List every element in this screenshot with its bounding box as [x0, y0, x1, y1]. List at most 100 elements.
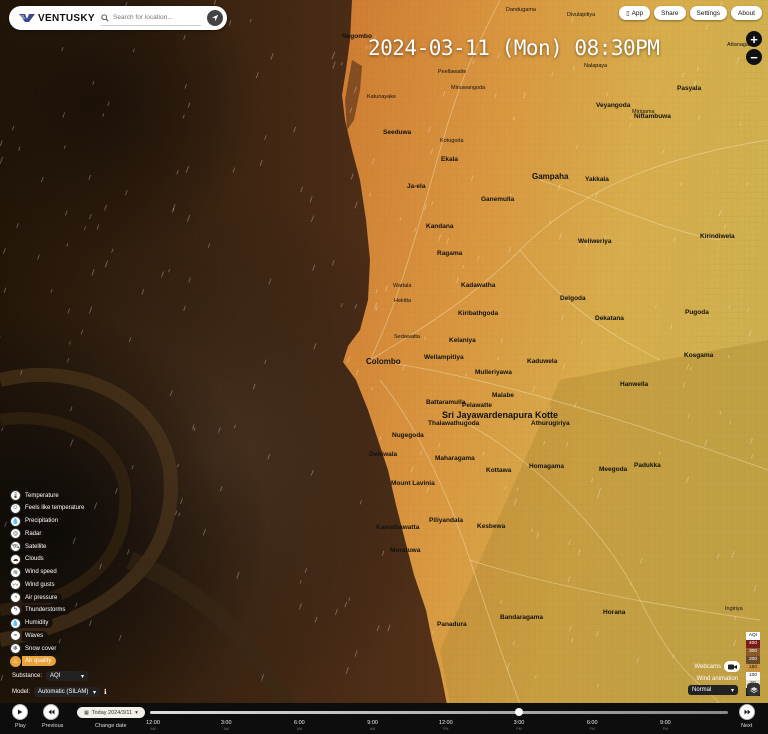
search-input[interactable] — [113, 14, 197, 21]
time-tick: 12:00 PM — [434, 720, 458, 731]
layer-item[interactable]: 〰 Wind gusts — [10, 579, 89, 591]
place-label: Nalapaya — [584, 63, 608, 69]
layer-item[interactable]: ♨ Air quality — [10, 655, 89, 667]
weather-map[interactable]: Negombo Dandugama Divulapitiya Attanagalla N… — [0, 0, 768, 734]
webcams-toggle[interactable] — [724, 661, 740, 672]
layer-item[interactable]: ☺ Feels like temperature — [10, 502, 90, 514]
previous-button[interactable] — [43, 704, 59, 720]
tick-time: 6:00 — [586, 720, 598, 726]
layer-label: Temperature — [22, 490, 64, 501]
fast-forward-icon — [744, 709, 750, 715]
time-tick: 6:00 AM — [287, 720, 311, 731]
tick-period: AM — [223, 726, 229, 731]
zoom-out-button[interactable]: − — [746, 49, 762, 65]
rewind-icon — [48, 709, 54, 715]
place-label: Kiribathgoda — [458, 310, 499, 317]
place-label: Ja-ela — [407, 183, 426, 190]
place-label: Katunayake — [367, 94, 397, 100]
map-layers-button[interactable] — [747, 683, 760, 696]
share-button[interactable]: Share — [654, 6, 686, 20]
place-label: Dehiwala — [369, 451, 398, 458]
place-label: Panadura — [437, 621, 467, 628]
humidity-icon: 💧 — [10, 617, 21, 629]
tick-period: PM — [589, 726, 595, 731]
layer-item[interactable]: ◔ Air pressure — [10, 592, 89, 603]
play-label: Play — [15, 723, 26, 729]
place-label: Sri Jayawardenapura Kotte — [442, 410, 559, 420]
layer-label: Clouds — [22, 554, 49, 565]
logo-mark-icon — [19, 14, 35, 22]
place-label: Kottawa — [486, 467, 512, 474]
layer-label: Radar — [22, 528, 47, 539]
thermometer-icon: 🌡 — [10, 490, 21, 501]
settings-button[interactable]: Settings — [689, 6, 727, 20]
previous-label: Previous — [42, 723, 64, 729]
tick-time: 9:00 — [660, 720, 671, 726]
layer-item[interactable]: 🛰 Satellite — [10, 541, 89, 552]
layers-icon — [749, 686, 758, 693]
layer-item[interactable]: 💧 Precipitation — [10, 515, 89, 527]
legend-value: 300 — [746, 648, 760, 656]
place-label: Malabe — [492, 392, 515, 399]
next-button[interactable] — [739, 704, 755, 720]
navigation-arrow-icon — [211, 14, 219, 22]
layer-item[interactable]: ❄ Snow cover — [10, 643, 89, 654]
place-label: Battaramulla — [426, 399, 466, 406]
layer-label: Waves — [22, 630, 49, 641]
layer-item[interactable]: ◎ Radar — [10, 528, 89, 540]
layer-item[interactable]: ≈ Waves — [10, 630, 89, 642]
factory-icon: ♨ — [10, 655, 21, 667]
date-picker[interactable]: ▦ Today 2024/3/11 ▾ — [77, 707, 145, 718]
layer-item[interactable]: ϟ Thunderstorms — [10, 604, 89, 616]
place-label: Veyangoda — [596, 102, 631, 109]
date-pill-value: Today 2024/3/11 — [91, 709, 133, 716]
place-label: Kotugoda — [440, 138, 464, 144]
about-button[interactable]: About — [731, 6, 762, 20]
legend-value: 150 — [746, 664, 760, 672]
ventusky-logo[interactable]: VENTUSKY — [19, 13, 101, 24]
app-button[interactable]: ▯ App — [619, 6, 651, 20]
layer-item[interactable]: 🌡 Temperature — [10, 490, 89, 501]
legend-value: 200 — [746, 656, 760, 664]
place-label: Pasyala — [677, 85, 702, 92]
time-slider-handle[interactable] — [515, 708, 523, 716]
layer-item[interactable]: 💧 Humidity — [10, 617, 89, 629]
play-icon — [18, 709, 23, 715]
time-tick: 9:00 AM — [361, 720, 385, 731]
place-label: Hanwella — [620, 381, 649, 388]
layer-label: Wind gusts — [22, 579, 60, 590]
camera-icon — [727, 664, 737, 669]
webcams-label: Webcams — [694, 663, 721, 670]
info-icon[interactable]: ℹ — [104, 688, 107, 696]
webcams-control: Webcams — [694, 661, 740, 672]
search-icon — [101, 13, 109, 22]
place-label: Kaduwela — [527, 358, 558, 365]
chevron-down-icon: ▾ — [81, 673, 85, 680]
layer-label: Air quality — [22, 656, 57, 667]
calendar-icon: ▦ — [84, 709, 89, 716]
app-button-label: App — [631, 9, 644, 17]
time-slider-track[interactable] — [150, 711, 728, 714]
place-label: Dekatana — [595, 315, 624, 322]
time-tick: 6:00 PM — [580, 720, 604, 731]
place-label: Horana — [603, 609, 626, 616]
place-label: Peellawatte — [438, 69, 467, 75]
layer-item[interactable]: ☁ Clouds — [10, 553, 89, 565]
search-box[interactable] — [101, 10, 201, 26]
tick-time: 3:00 — [220, 720, 232, 726]
locate-me-button[interactable] — [207, 10, 223, 26]
place-label: Thalawathugoda — [428, 420, 480, 427]
play-button[interactable] — [12, 704, 28, 720]
place-label: Ingiriya — [725, 606, 743, 612]
legend-title: AQI — [746, 632, 760, 640]
substance-select[interactable]: AQI ▾ — [46, 671, 89, 681]
layer-label: Precipitation — [22, 516, 64, 526]
model-select[interactable]: Automatic (SILAM) ▾ — [34, 687, 101, 697]
layer-item[interactable]: ≋ Wind speed — [10, 566, 89, 578]
layer-label: Wind speed — [22, 567, 62, 577]
layer-label: Feels like temperature — [22, 503, 90, 514]
wind-animation-select[interactable]: Normal ▾ — [688, 685, 738, 695]
zoom-in-button[interactable]: + — [746, 31, 762, 47]
place-label: Padukka — [634, 462, 661, 469]
place-label: Kandana — [426, 223, 454, 230]
